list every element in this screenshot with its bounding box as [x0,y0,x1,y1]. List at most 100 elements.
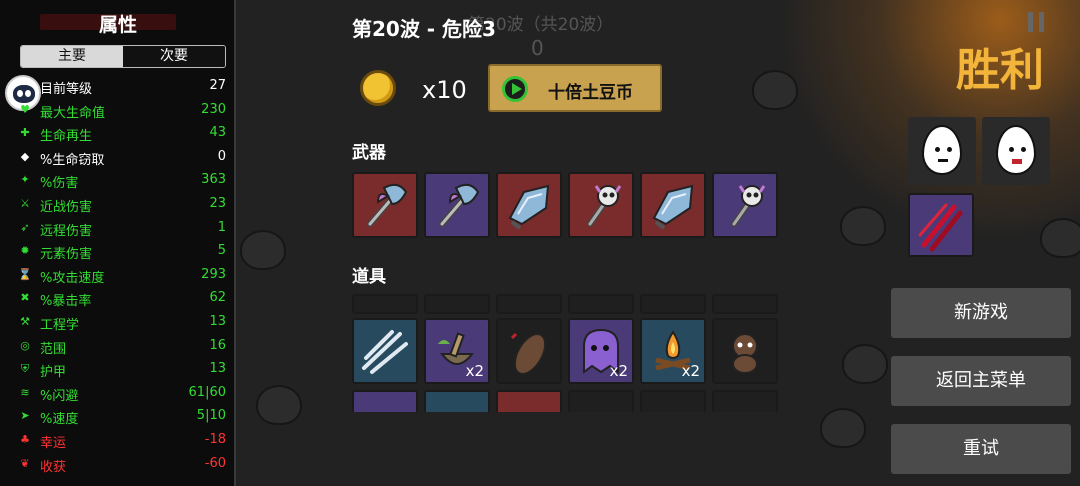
attack-speed-icon: ⌛ [18,267,32,281]
stat-value: 1 [217,219,226,235]
background-monster [842,344,888,384]
stat-row[interactable]: 目前等级 27 [0,75,236,98]
stat-label: 目前等级 [40,82,93,97]
stat-value: 61|60 [188,384,226,400]
stat-row[interactable]: ⛨ 护甲 13 [0,358,236,381]
stat-label: 远程伤害 [40,223,93,239]
weapon-slot[interactable] [424,172,490,238]
item-slot-cutoff[interactable] [352,390,418,412]
stat-value: 23 [209,196,226,211]
dodge-icon: ≋ [20,385,30,399]
stat-row[interactable]: ⚔ 近战伤害 23 [0,193,236,216]
item-slot[interactable]: x2 [568,318,634,384]
background-monster [752,70,798,110]
item-slot-cutoff[interactable] [568,390,634,412]
weapon-slot[interactable] [352,172,418,238]
engineering-icon: ⚒ [20,315,30,328]
character-slot[interactable] [982,117,1050,185]
new-game-button[interactable]: 新游戏 [891,288,1071,338]
coin-count: x10 [422,76,467,104]
stat-row[interactable]: ➤ %速度 5|10 [0,405,236,428]
stat-value: 13 [209,361,226,377]
stat-row[interactable]: ✚ 生命再生 43 [0,122,236,145]
item-slot[interactable]: x2 [640,318,706,384]
item-slot-partial [640,294,706,314]
background-monster [1040,218,1080,258]
background-monster [256,385,302,425]
stat-value: -60 [204,455,226,471]
stats-tabs: 主要 次要 [20,45,226,68]
stat-value: 230 [201,101,226,117]
stat-label: 护甲 [40,365,67,381]
stat-row[interactable]: ✖ %暴击率 62 [0,287,236,310]
item-slot[interactable]: x2 [424,318,490,384]
regen-icon: ✚ [20,126,30,140]
items-label: 道具 [352,267,386,287]
item-slot[interactable] [712,318,778,384]
item-quantity: x2 [609,362,628,380]
stat-value: 43 [209,125,226,141]
item-slot-cutoff[interactable] [496,390,562,412]
stat-row[interactable]: ✦ %伤害 363 [0,169,236,192]
range-icon: ◎ [20,338,30,352]
stat-row[interactable]: ♥ 最大生命值 230 [0,99,236,122]
stat-row[interactable]: ⚒ 工程学 13 [0,311,236,334]
stat-label: %闪避 [40,388,79,404]
potato-character-icon [922,125,962,175]
character-slot[interactable] [908,117,976,185]
stat-label: 幸运 [40,436,67,451]
item-quantity: x2 [465,362,484,380]
item-quantity: x2 [681,362,700,380]
tab-primary[interactable]: 主要 [21,46,123,67]
stat-value: 13 [209,314,226,329]
level-icon [18,79,32,93]
stat-label: 收获 [40,459,67,475]
stat-row[interactable]: ≋ %闪避 61|60 [0,382,236,405]
melee-icon: ⚔ [20,197,30,210]
stat-label: %暴击率 [40,294,92,310]
items-grid[interactable]: x2 x2 x2 [350,294,780,412]
damage-icon: ✦ [20,173,30,187]
stat-label: %速度 [40,412,79,428]
item-slot[interactable] [496,318,562,384]
retry-button[interactable]: 重试 [891,424,1071,474]
stat-row[interactable]: ⌛ %攻击速度 293 [0,264,236,287]
stat-value: 5 [217,243,226,259]
stat-row[interactable]: ♣ 幸运 -18 [0,429,236,452]
stat-value: 5|10 [196,408,226,424]
weapon-slot[interactable] [712,172,778,238]
claw-slash-icon [918,203,963,252]
ranged-icon: ➶ [20,220,30,234]
victory-text: 胜利 [956,45,1044,96]
tenx-coin-button[interactable]: 十倍土豆币 [488,64,662,112]
item-slot-cutoff[interactable] [640,390,706,412]
item-slot[interactable] [352,318,418,384]
stat-row[interactable]: ➶ 远程伤害 1 [0,217,236,240]
item-slot-cutoff[interactable] [712,390,778,412]
stat-row[interactable]: ◎ 范围 16 [0,335,236,358]
item-slot-partial [568,294,634,314]
weapon-slot[interactable] [496,172,562,238]
play-icon [502,76,528,102]
pause-icon[interactable] [1028,12,1046,32]
stat-label: 最大生命值 [40,105,106,121]
item-slot-cutoff[interactable] [424,390,490,412]
stat-row[interactable]: ❦ 收获 -60 [0,453,236,476]
stats-title: 属性 [98,14,137,36]
stat-value: 363 [201,172,226,188]
wave-title: 第20波 - 危险3 [352,17,496,41]
stat-label: 元素伤害 [40,247,93,263]
tab-secondary[interactable]: 次要 [123,46,225,67]
stats-panel: 23 属性 主要 次要 目前等级 27 ♥ 最大生命值 230 ✚ 生命再生 43 ◆ %生命窃取… [0,0,236,486]
stat-row[interactable]: ◆ %生命窃取 0 [0,146,236,169]
main-menu-button[interactable]: 返回主菜单 [891,356,1071,406]
stat-value: 62 [209,290,226,306]
stat-row[interactable]: ✹ 元素伤害 5 [0,240,236,263]
tenx-button-label: 十倍土豆币 [548,83,633,103]
background-monster [240,230,286,270]
weapon-slot[interactable] [568,172,634,238]
weapon-slot[interactable] [640,172,706,238]
stat-value: 27 [209,78,226,93]
character-weapon-slot[interactable] [908,193,974,257]
background-monster [820,408,866,448]
